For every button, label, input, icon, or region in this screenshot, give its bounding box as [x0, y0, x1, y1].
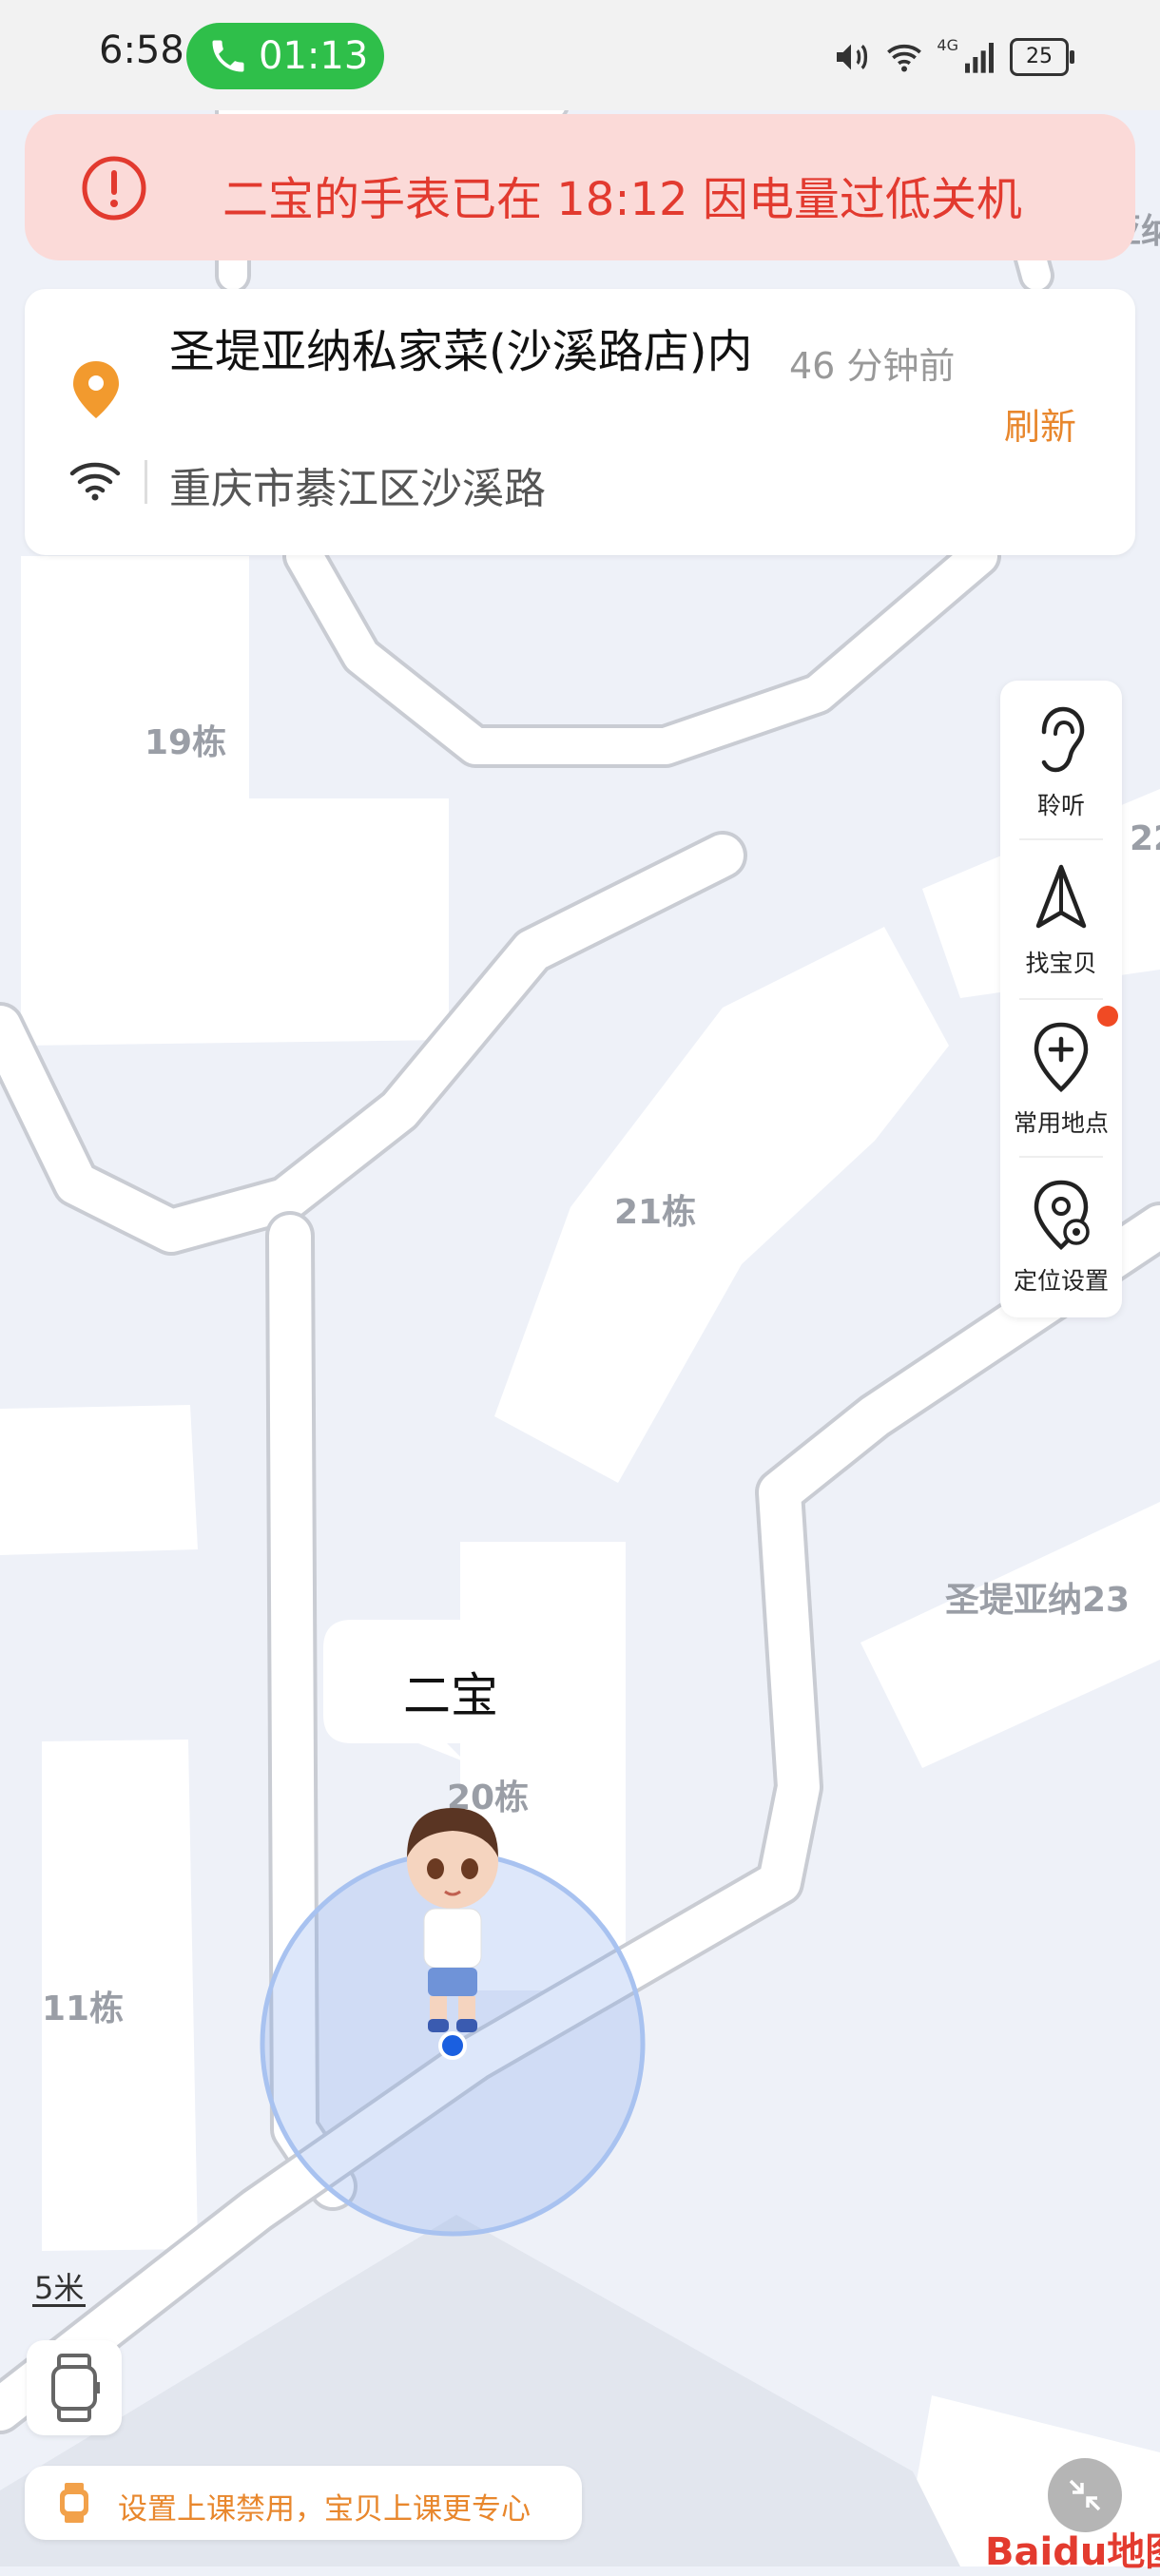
listen-button[interactable]: 聆听: [1000, 681, 1122, 836]
signal-icon: [965, 43, 994, 73]
map-label-building-19: 19栋: [145, 723, 227, 762]
navigation-arrow-icon: [1035, 864, 1087, 929]
battery-icon: 25: [1010, 38, 1074, 76]
map-label-building-22: 22: [1130, 819, 1160, 858]
card-divider: [145, 460, 147, 504]
baidu-map-logo: Baidu地图: [985, 2521, 1160, 2576]
place-name: 圣堤亚纳私家菜(沙溪路店)内: [169, 325, 753, 378]
kid-name-bubble[interactable]: 二宝: [323, 1620, 578, 1762]
status-time: 6:58: [99, 29, 184, 72]
map-scale-label: 5米: [34, 2270, 85, 2306]
wifi-status-icon: [887, 44, 922, 72]
common-places-label: 常用地点: [1013, 1109, 1109, 1137]
call-timer-pill[interactable]: 01:13: [186, 23, 384, 89]
map-label-building-23: 圣堤亚纳23: [945, 1581, 1131, 1620]
location-settings-label: 定位设置: [1013, 1267, 1109, 1295]
kid-name: 二宝: [403, 1668, 498, 1723]
class-mode-tip[interactable]: 设置上课禁用，宝贝上课更专心: [25, 2466, 582, 2540]
kid-avatar-icon[interactable]: [399, 1802, 506, 2036]
map-scale-bar: [32, 2304, 86, 2307]
map-label-building-21: 21栋: [614, 1193, 697, 1232]
watch-orange-icon: [60, 2483, 88, 2523]
watch-icon: [51, 2354, 100, 2422]
add-location-icon: [1034, 1022, 1089, 1093]
building-left-mid: [0, 1405, 198, 1555]
ear-icon: [1041, 706, 1085, 773]
location-card[interactable]: 圣堤亚纳私家菜(沙溪路店)内 46 分钟前 刷新 重庆市綦江区沙溪路: [25, 289, 1135, 555]
listen-label: 聆听: [1036, 792, 1085, 819]
watch-button[interactable]: [27, 2340, 122, 2435]
map-toolbar: 聆听 找宝贝 常用地点 定位设置: [1000, 681, 1122, 1317]
find-baby-label: 找宝贝: [1025, 950, 1097, 977]
call-timer: 01:13: [259, 34, 369, 78]
map-label-building-11: 11栋: [42, 1990, 125, 2028]
location-time-ago: 46 分钟前: [789, 345, 956, 387]
low-battery-alert: 二宝的手表已在 18:12 因电量过低关机: [25, 114, 1135, 260]
location-settings-icon: [1034, 1180, 1090, 1251]
status-icons: 4G 25: [830, 36, 1074, 78]
battery-level: 25: [1026, 45, 1053, 68]
notification-dot: [1097, 1006, 1118, 1027]
status-bar: 6:58 01:13 4G 25: [0, 0, 1160, 110]
volume-icon: [837, 44, 868, 70]
network-type: 4G: [937, 36, 958, 54]
location-dot: [438, 2031, 467, 2060]
wifi-location-icon: [69, 462, 121, 501]
find-baby-button[interactable]: 找宝贝: [1000, 838, 1122, 994]
phone-icon: [212, 40, 244, 72]
location-pin-icon: [73, 361, 119, 418]
refresh-button[interactable]: 刷新: [1004, 397, 1076, 450]
location-settings-button[interactable]: 定位设置: [1000, 1156, 1122, 1312]
address-text: 重庆市綦江区沙溪路: [169, 465, 546, 513]
warning-icon: [82, 156, 146, 221]
class-mode-tip-text: 设置上课禁用，宝贝上课更专心: [118, 2492, 531, 2527]
alert-message: 二宝的手表已在 18:12 因电量过低关机: [222, 173, 1022, 226]
baidu-logo-text: Baidu地图: [985, 2530, 1160, 2574]
